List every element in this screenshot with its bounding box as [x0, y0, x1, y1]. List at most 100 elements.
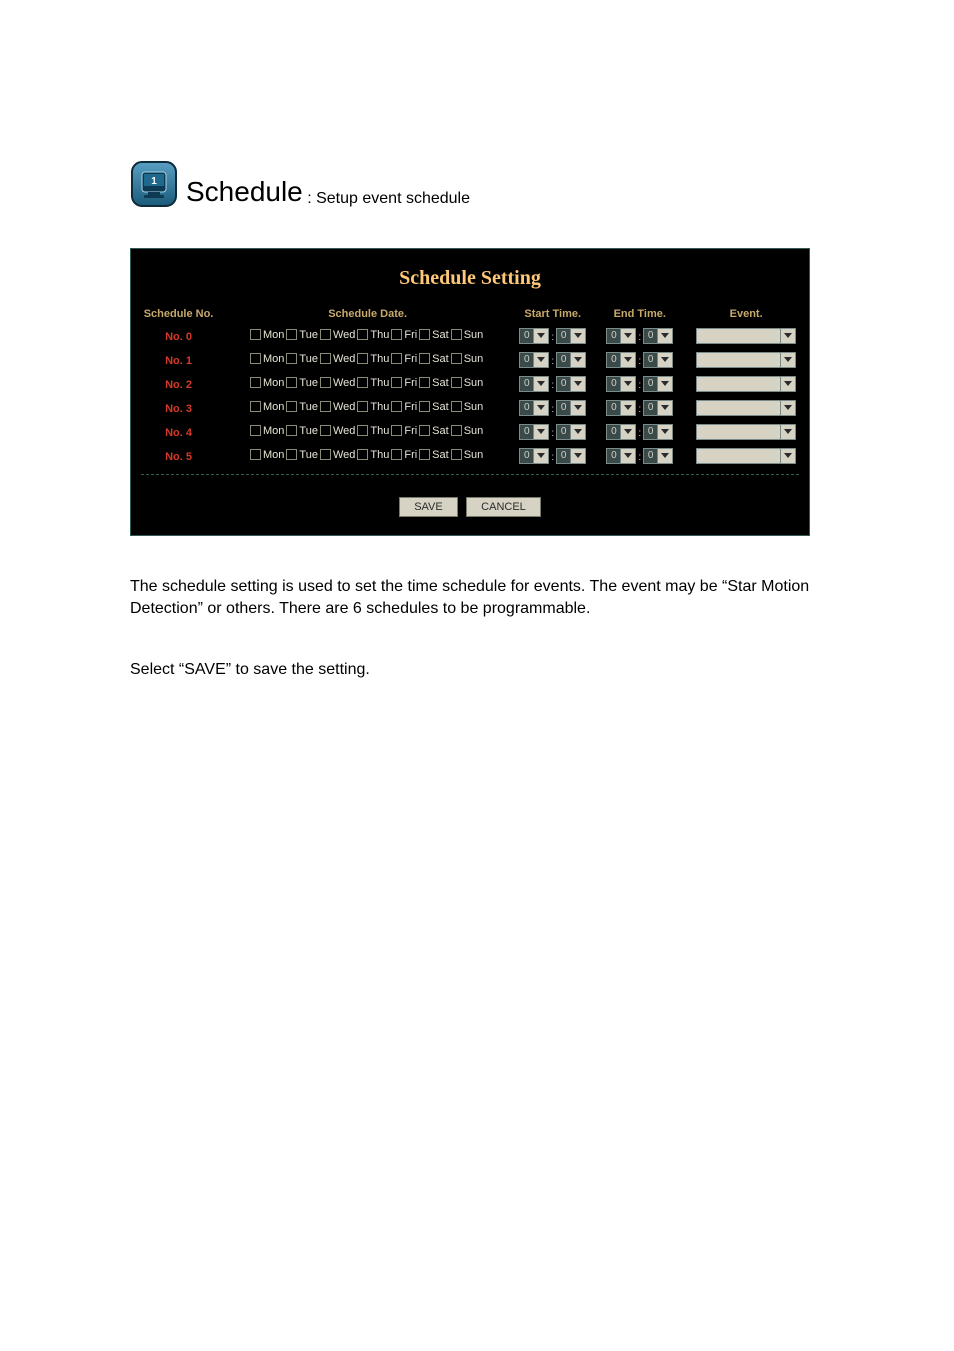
day-checkbox-wed[interactable]: Wed	[320, 353, 355, 365]
end-minute-select[interactable]: 0	[643, 328, 673, 344]
event-value	[696, 376, 780, 392]
select-value: 0	[519, 328, 533, 344]
start-hour-select[interactable]: 0	[519, 424, 549, 440]
day-checkbox-mon[interactable]: Mon	[250, 329, 284, 341]
day-checkbox-sat[interactable]: Sat	[419, 329, 449, 341]
save-button[interactable]: SAVE	[399, 497, 458, 517]
end-minute-select[interactable]: 0	[643, 424, 673, 440]
end-minute-select[interactable]: 0	[643, 352, 673, 368]
checkbox-icon	[357, 401, 368, 412]
day-checkbox-tue[interactable]: Tue	[286, 401, 318, 413]
schedule-days: Mon TueWedThuFriSatSun	[250, 427, 485, 439]
day-checkbox-sun[interactable]: Sun	[451, 401, 484, 413]
day-checkbox-sun[interactable]: Sun	[451, 425, 484, 437]
day-label: Tue	[299, 425, 318, 437]
start-hour-select[interactable]: 0	[519, 400, 549, 416]
event-select[interactable]	[696, 448, 796, 464]
select-value: 0	[519, 376, 533, 392]
day-checkbox-sat[interactable]: Sat	[419, 425, 449, 437]
chevron-down-icon	[780, 448, 796, 464]
day-checkbox-tue[interactable]: Tue	[286, 329, 318, 341]
day-checkbox-sat[interactable]: Sat	[419, 377, 449, 389]
event-select[interactable]	[696, 400, 796, 416]
event-select[interactable]	[696, 328, 796, 344]
day-checkbox-thu[interactable]: Thu	[357, 329, 389, 341]
day-checkbox-sat[interactable]: Sat	[419, 401, 449, 413]
end-minute-select[interactable]: 0	[643, 376, 673, 392]
day-checkbox-mon[interactable]: Mon	[250, 401, 284, 413]
start-hour-select[interactable]: 0	[519, 448, 549, 464]
day-checkbox-tue[interactable]: Tue	[286, 377, 318, 389]
start-minute-select[interactable]: 0	[556, 400, 586, 416]
end-hour-select[interactable]: 0	[606, 328, 636, 344]
day-label: Sun	[464, 377, 484, 389]
start-minute-select[interactable]: 0	[556, 328, 586, 344]
day-checkbox-sun[interactable]: Sun	[451, 449, 484, 461]
start-hour-select[interactable]: 0	[519, 328, 549, 344]
day-checkbox-mon[interactable]: Mon	[250, 449, 284, 461]
day-checkbox-wed[interactable]: Wed	[320, 329, 355, 341]
day-checkbox-thu[interactable]: Thu	[357, 449, 389, 461]
day-checkbox-fri[interactable]: Fri	[391, 329, 417, 341]
schedule-setting-panel: Schedule Setting Schedule No. Schedule D…	[130, 248, 810, 536]
chevron-down-icon	[570, 448, 586, 464]
day-checkbox-wed[interactable]: Wed	[320, 401, 355, 413]
day-checkbox-fri[interactable]: Fri	[391, 377, 417, 389]
end-hour-select[interactable]: 0	[606, 400, 636, 416]
start-hour-select[interactable]: 0	[519, 376, 549, 392]
day-checkbox-sat[interactable]: Sat	[419, 449, 449, 461]
day-checkbox-thu[interactable]: Thu	[357, 353, 389, 365]
end-hour-select[interactable]: 0	[606, 352, 636, 368]
day-checkbox-fri[interactable]: Fri	[391, 425, 417, 437]
day-checkbox-thu[interactable]: Thu	[357, 425, 389, 437]
checkbox-icon	[250, 449, 261, 460]
day-checkbox-wed[interactable]: Wed	[320, 377, 355, 389]
select-value: 0	[556, 448, 570, 464]
day-checkbox-tue[interactable]: Tue	[286, 449, 318, 461]
checkbox-icon	[286, 449, 297, 460]
end-minute-select[interactable]: 0	[643, 448, 673, 464]
day-checkbox-mon[interactable]: Mon	[250, 353, 284, 365]
day-checkbox-wed[interactable]: Wed	[320, 449, 355, 461]
end-hour-select[interactable]: 0	[606, 448, 636, 464]
start-hour-select[interactable]: 0	[519, 352, 549, 368]
time-colon: :	[551, 380, 554, 391]
checkbox-icon	[286, 329, 297, 340]
day-checkbox-tue[interactable]: Tue	[286, 353, 318, 365]
svg-text:1: 1	[151, 176, 157, 187]
chevron-down-icon	[620, 448, 636, 464]
day-checkbox-fri[interactable]: Fri	[391, 401, 417, 413]
day-label: Sat	[432, 449, 449, 461]
cancel-button[interactable]: CANCEL	[466, 497, 541, 517]
day-checkbox-mon[interactable]: Mon	[250, 377, 284, 389]
start-minute-select[interactable]: 0	[556, 448, 586, 464]
end-minute-select[interactable]: 0	[643, 400, 673, 416]
day-checkbox-sun[interactable]: Sun	[451, 377, 484, 389]
day-checkbox-thu[interactable]: Thu	[357, 401, 389, 413]
end-hour-select[interactable]: 0	[606, 376, 636, 392]
day-checkbox-fri[interactable]: Fri	[391, 449, 417, 461]
select-value: 0	[606, 376, 620, 392]
day-checkbox-mon[interactable]: Mon	[250, 425, 284, 437]
day-checkbox-sun[interactable]: Sun	[451, 329, 484, 341]
chevron-down-icon	[657, 352, 673, 368]
end-hour-select[interactable]: 0	[606, 424, 636, 440]
day-checkbox-sat[interactable]: Sat	[419, 353, 449, 365]
day-checkbox-wed[interactable]: Wed	[320, 425, 355, 437]
start-minute-select[interactable]: 0	[556, 424, 586, 440]
day-checkbox-sun[interactable]: Sun	[451, 353, 484, 365]
checkbox-icon	[357, 425, 368, 436]
event-select[interactable]	[696, 352, 796, 368]
day-checkbox-thu[interactable]: Thu	[357, 377, 389, 389]
table-row: No. 5MonTueWedThuFriSatSun0:00:0	[131, 444, 809, 468]
event-select[interactable]	[696, 424, 796, 440]
checkbox-icon	[357, 329, 368, 340]
day-checkbox-tue[interactable]: Tue	[286, 425, 318, 437]
checkbox-icon	[419, 377, 430, 388]
day-label: Thu	[370, 329, 389, 341]
start-minute-select[interactable]: 0	[556, 352, 586, 368]
day-label: Wed	[333, 377, 355, 389]
day-checkbox-fri[interactable]: Fri	[391, 353, 417, 365]
event-select[interactable]	[696, 376, 796, 392]
start-minute-select[interactable]: 0	[556, 376, 586, 392]
